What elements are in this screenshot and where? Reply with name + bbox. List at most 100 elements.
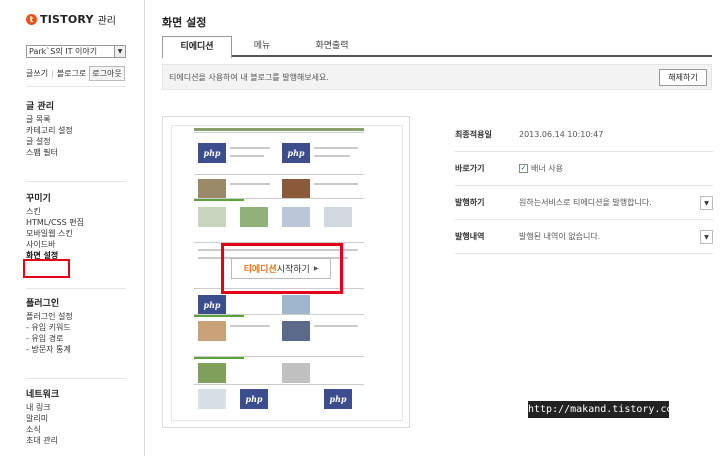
setting-label: 발행하기 [455, 198, 485, 207]
preview-text-line [230, 325, 270, 327]
sidebar-group-title: 글 관리 [26, 102, 54, 112]
sidebar-item-invite-management[interactable]: 초대 관리 [26, 435, 59, 446]
tab-bar: 티에디션 메뉴 화면출력 [162, 36, 712, 59]
setting-shortcut: 바로가기 ✓ 배너 사용 [455, 152, 713, 186]
sidebar-item-notifier[interactable]: 알리미 [26, 413, 59, 424]
php-logo-icon: php [282, 143, 310, 163]
tab-t-edition[interactable]: 티에디션 [162, 36, 232, 59]
screenshot-thumbnail-icon [282, 207, 310, 227]
sidebar-item-visitor-stats[interactable]: - 방문자 통계 [26, 344, 73, 355]
php-logo-icon: php [240, 389, 268, 409]
setting-publish: 발행하기 원하는서비스로 티에디션을 발행합니다. ▼ [455, 186, 713, 220]
setting-label: 발행내역 [455, 232, 485, 241]
sidebar-item-plugin-settings[interactable]: 플러그인 설정 [26, 311, 73, 322]
sidebar-group-design: 꾸미기 스킨 HTML/CSS 편집 모바일웹 스킨 사이드바 화면 설정 [26, 192, 84, 261]
setting-last-applied: 최종적용일 2013.06.14 10:10:47 [455, 118, 713, 152]
setting-publish-history: 발행내역 발행된 내역이 없습니다. ▼ [455, 220, 713, 254]
preview-row [194, 198, 364, 240]
screenshot-thumbnail-icon [324, 207, 352, 227]
write-post-link[interactable]: 글쓰기 [26, 68, 48, 79]
photo-thumbnail-icon [198, 179, 226, 199]
preview-header-bar [194, 128, 364, 131]
info-text: 티에디션을 사용하여 내 블로그를 발행해보세요. [169, 73, 329, 82]
screen-settings-highlight [23, 259, 70, 278]
chevron-right-icon: ▶ [313, 265, 319, 272]
sidebar-item-inflow-path[interactable]: - 유입 경로 [26, 333, 73, 344]
setting-value: 발행된 내역이 없습니다. [519, 232, 601, 241]
preview-text-line [230, 155, 264, 157]
sidebar-group-title: 플러그인 [26, 299, 60, 309]
sidebar-item-inflow-keywords[interactable]: - 유입 키워드 [26, 322, 73, 333]
sidebar-item-post-list[interactable]: 글 목록 [26, 114, 73, 125]
chevron-down-icon[interactable]: ▼ [700, 230, 713, 244]
sidebar-item-spam-filter[interactable]: 스팸 필터 [26, 147, 73, 158]
start-button-highlight: 티에디션 시작하기 ▶ [221, 243, 343, 294]
logout-button[interactable]: 로그아웃 [89, 66, 125, 81]
sidebar-item-skin[interactable]: 스킨 [26, 206, 84, 217]
sidebar-quick-links: 글쓰기 | 블로그로 로그아웃 [26, 66, 125, 81]
php-logo-icon: php [324, 389, 352, 409]
sidebar-group-posts: 글 관리 글 목록 카테고리 설정 글 설정 스팸 필터 [26, 100, 73, 158]
screenshot-thumbnail-icon [198, 389, 226, 409]
preview-row: php php [194, 132, 364, 174]
setting-value: 2013.06.14 10:10:47 [519, 130, 604, 139]
sidebar-group-title: 꾸미기 [26, 194, 51, 204]
sidebar-group-title: 네트워크 [26, 390, 60, 400]
screenshot-thumbnail-icon [240, 207, 268, 227]
sidebar-item-my-links[interactable]: 내 링크 [26, 402, 59, 413]
sidebar-divider [26, 288, 126, 289]
preview-accent-bar [194, 199, 244, 201]
blog-select[interactable]: Park`S의 IT 이야기 ▼ [26, 45, 126, 58]
t-edition-preview: php php php php php 티에디션 시작하기 ▶ [162, 116, 410, 428]
banner-checkbox[interactable]: ✓ [519, 164, 528, 173]
sidebar-item-sidebar[interactable]: 사이드바 [26, 239, 84, 250]
info-bar: 티에디션을 사용하여 내 블로그를 발행해보세요. 해제하기 [162, 64, 712, 90]
setting-value: 원하는서비스로 티에디션을 발행합니다. [519, 198, 652, 207]
logo[interactable]: t TISTORY 관리 [26, 12, 116, 27]
sidebar-item-category-settings[interactable]: 카테고리 설정 [26, 125, 73, 136]
page-title: 화면 설정 [162, 16, 207, 29]
tab-screen-output[interactable]: 화면출력 [297, 36, 367, 57]
watermark: http://makand.tistory.com [528, 401, 679, 418]
banner-checkbox-label: 배너 사용 [531, 164, 563, 173]
sidebar: t TISTORY 관리 Park`S의 IT 이야기 ▼ 글쓰기 | 블로그로… [0, 0, 145, 456]
chevron-down-icon[interactable]: ▼ [700, 196, 713, 210]
setting-value: ✓ 배너 사용 [519, 163, 713, 174]
settings-panel: 최종적용일 2013.06.14 10:10:47 바로가기 ✓ 배너 사용 발… [455, 118, 713, 254]
sidebar-divider [26, 86, 126, 87]
tab-menu[interactable]: 메뉴 [237, 36, 287, 57]
sidebar-item-post-settings[interactable]: 글 설정 [26, 136, 73, 147]
sidebar-item-news[interactable]: 소식 [26, 424, 59, 435]
link-separator: | [51, 69, 54, 78]
sidebar-item-html-css[interactable]: HTML/CSS 편집 [26, 217, 84, 228]
screenshot-thumbnail-icon [282, 363, 310, 383]
preview-text-line [230, 147, 270, 149]
main-content: 화면 설정 티에디션 메뉴 화면출력 티에디션을 사용하여 내 블로그를 발행해… [145, 0, 720, 456]
disable-button[interactable]: 해제하기 [659, 69, 707, 86]
photo-thumbnail-icon [282, 179, 310, 199]
preview-row [194, 314, 364, 356]
sidebar-item-mobile-skin[interactable]: 모바일웹 스킨 [26, 228, 84, 239]
preview-row: php php [194, 384, 364, 420]
photo-thumbnail-icon [198, 321, 226, 341]
screenshot-thumbnail-icon [282, 295, 310, 315]
go-to-blog-link[interactable]: 블로그로 [57, 68, 86, 79]
preview-accent-bar [194, 357, 244, 359]
sidebar-divider [26, 181, 126, 182]
start-t-edition-button[interactable]: 티에디션 시작하기 ▶ [231, 258, 331, 279]
tistory-logo-icon: t [26, 14, 37, 25]
setting-label: 바로가기 [455, 164, 485, 173]
preview-accent-bar [194, 315, 244, 317]
setting-label: 최종적용일 [455, 130, 492, 139]
chevron-down-icon[interactable]: ▼ [114, 46, 125, 57]
sidebar-group-plugins: 플러그인 플러그인 설정 - 유입 키워드 - 유입 경로 - 방문자 통계 [26, 297, 73, 355]
photo-thumbnail-icon [282, 321, 310, 341]
preview-text-line [230, 183, 270, 185]
php-logo-icon: php [198, 143, 226, 163]
start-button-brand: 티에디션 [243, 265, 277, 275]
logo-subtitle: 관리 [97, 16, 117, 27]
preview-text-line [314, 325, 358, 327]
start-button-label: 시작하기 [276, 265, 310, 275]
preview-text-line [314, 147, 358, 149]
sidebar-group-network: 네트워크 내 링크 알리미 소식 초대 관리 [26, 388, 59, 446]
